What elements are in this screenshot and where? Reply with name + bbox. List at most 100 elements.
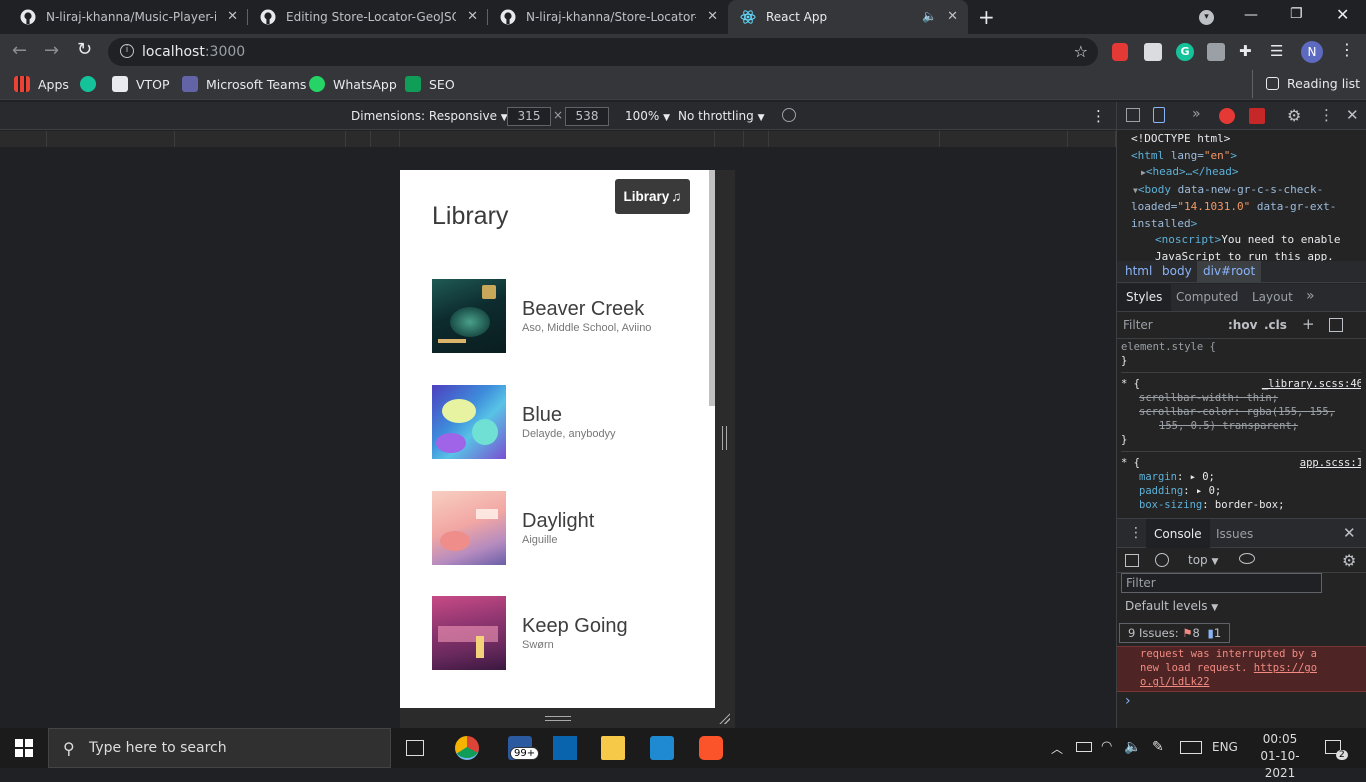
dom-node[interactable]: ▶<head>…</head> (1131, 164, 1355, 182)
tab-console[interactable]: Console (1146, 519, 1210, 548)
bookmark-vtop[interactable]: VTOP (112, 76, 170, 92)
dom-node[interactable]: ▼<body data-new-gr-c-s-check- (1131, 182, 1355, 200)
declaration[interactable]: padding: ▸ 0; (1121, 484, 1361, 498)
battery-icon[interactable] (1076, 742, 1092, 752)
resize-handle-right[interactable] (715, 170, 735, 708)
tab-search-icon[interactable]: ▾ (1199, 10, 1214, 25)
media-queue-icon[interactable]: ☰ (1270, 42, 1283, 60)
close-icon[interactable]: ✕ (227, 9, 238, 24)
bookmark-grammarly[interactable] (80, 76, 104, 92)
file-explorer-icon[interactable] (601, 736, 625, 760)
task-view-icon[interactable] (406, 740, 424, 756)
media-query-segment[interactable] (346, 131, 371, 147)
more-options-icon[interactable]: ⋮ (1091, 107, 1106, 125)
dom-node[interactable]: <html lang="en"> (1131, 148, 1355, 165)
star-icon[interactable]: ☆ (1074, 42, 1088, 61)
more-tabs-icon[interactable]: » (1306, 288, 1315, 304)
source-link[interactable]: _library.scss:46 (1262, 377, 1361, 391)
chevron-up-icon[interactable]: ︿ (1051, 740, 1063, 757)
throttling-dropdown[interactable]: No throttling ▼ (678, 109, 765, 123)
dom-node[interactable]: <noscript>You need to enable (1131, 232, 1355, 249)
media-query-segment[interactable] (371, 131, 400, 147)
extension-stop-icon[interactable] (1112, 43, 1128, 61)
more-tabs-icon[interactable]: » (1192, 106, 1201, 122)
windows-start-icon[interactable] (15, 739, 33, 757)
more-options-icon[interactable]: ⋮ (1319, 106, 1334, 124)
language-indicator[interactable]: ENG (1212, 740, 1238, 754)
puzzle-icon[interactable]: ✚ (1239, 42, 1252, 60)
device-toggle-icon[interactable] (1153, 107, 1165, 123)
clock[interactable]: 00:05 01-10-2021 (1250, 731, 1310, 782)
bookmark-microsoft-teams[interactable]: Microsoft Teams (182, 76, 306, 92)
wifi-icon[interactable]: ◠ (1101, 739, 1112, 754)
error-link[interactable]: https://go (1254, 662, 1317, 674)
tab-editing-store-locator[interactable]: Editing Store-Locator-GeoJSON/R ✕ (248, 0, 488, 34)
media-query-segment[interactable] (715, 131, 744, 147)
media-query-segment[interactable] (0, 131, 47, 147)
default-levels-dropdown[interactable]: Default levels ▼ (1125, 599, 1218, 613)
tab-layout[interactable]: Layout (1252, 290, 1293, 304)
dom-node[interactable]: <!DOCTYPE html> (1131, 131, 1355, 148)
close-icon[interactable]: ✕ (947, 9, 958, 24)
media-query-segment[interactable] (175, 131, 346, 147)
minimize-button[interactable]: — (1244, 7, 1258, 23)
tab-react-app[interactable]: React App 🔈 ✕ (728, 0, 968, 34)
breadcrumb-html[interactable]: html (1125, 264, 1152, 278)
taskbar-search-box[interactable]: ⚲ Type here to search (48, 728, 391, 768)
reading-list-button[interactable]: Reading list (1266, 76, 1360, 91)
pen-icon[interactable]: ✎ (1152, 739, 1164, 755)
keyboard-icon[interactable] (1180, 741, 1202, 754)
media-query-segment[interactable] (769, 131, 940, 147)
error-count-icon[interactable] (1219, 108, 1235, 124)
dimensions-dropdown[interactable]: Dimensions: Responsive ▼ (351, 109, 508, 123)
bookmark-whatsapp[interactable]: WhatsApp (309, 76, 397, 92)
cls-toggle[interactable]: .cls (1264, 318, 1287, 332)
width-input[interactable]: 315 (507, 107, 551, 126)
close-icon[interactable]: ✕ (467, 9, 478, 24)
library-song[interactable]: Keep Going Swørn (432, 596, 692, 671)
element-style-rule[interactable]: element.style { (1121, 340, 1361, 354)
info-icon[interactable]: i (120, 44, 134, 58)
console-settings-gear-icon[interactable]: ⚙ (1342, 551, 1356, 570)
media-query-segment[interactable] (744, 131, 769, 147)
forward-icon[interactable]: → (44, 40, 59, 61)
source-link[interactable]: app.scss:1 (1300, 456, 1361, 470)
zoom-dropdown[interactable]: 100% ▼ (625, 109, 670, 123)
tab-computed[interactable]: Computed (1176, 290, 1238, 304)
console-prompt[interactable]: › (1125, 693, 1131, 709)
sidebar-toggle-icon[interactable] (1125, 554, 1139, 567)
declaration[interactable]: margin: ▸ 0; (1121, 470, 1361, 484)
live-expression-eye-icon[interactable] (1239, 553, 1255, 564)
bookmark-apps[interactable]: Apps (14, 76, 69, 92)
sidebar-toggle-icon[interactable] (1329, 318, 1343, 332)
inspect-icon[interactable] (1126, 108, 1140, 122)
vscode-icon[interactable] (650, 736, 674, 760)
media-query-segment[interactable] (47, 131, 175, 147)
declaration[interactable]: box-sizing: border-box; (1121, 498, 1361, 512)
error-link[interactable]: o.gl/LdLk22 (1140, 675, 1366, 689)
bookmark-seo[interactable]: SEO (405, 76, 455, 92)
mail-envelope-icon[interactable] (553, 736, 577, 760)
context-select[interactable]: top ▼ (1188, 553, 1218, 567)
breadcrumb-body[interactable]: body (1162, 264, 1192, 278)
library-song[interactable]: Blue Delayde, anybodyy (432, 385, 692, 460)
breadcrumb-root[interactable]: div#root (1197, 261, 1262, 282)
close-window-button[interactable]: ✕ (1336, 5, 1349, 24)
extension-icon[interactable] (1207, 43, 1225, 61)
library-toggle-button[interactable]: Library ♫ (615, 179, 690, 214)
declaration[interactable]: scrollbar-width: thin; (1121, 391, 1361, 405)
hov-toggle[interactable]: :hov (1228, 318, 1257, 332)
styles-filter-input[interactable]: Filter (1123, 318, 1153, 332)
chrome-icon[interactable] (455, 736, 479, 760)
issues-counter[interactable]: 9 Issues: ⚑8 ▮1 (1119, 623, 1231, 643)
clear-console-icon[interactable] (1155, 553, 1169, 567)
grammarly-icon[interactable]: G (1176, 43, 1194, 61)
new-rule-icon[interactable]: + (1302, 315, 1315, 333)
new-tab-button[interactable]: + (978, 5, 995, 29)
tab-music-player[interactable]: N-liraj-khanna/Music-Player-in-R ✕ (8, 0, 248, 34)
extension-icon[interactable] (1144, 43, 1162, 61)
resize-handle-bottom[interactable] (400, 708, 735, 728)
library-song[interactable]: Daylight Aiguille (432, 491, 692, 566)
style-rule[interactable]: * { app.scss:1 margin: ▸ 0; padding: ▸ 0… (1121, 451, 1361, 512)
drawer-menu-icon[interactable]: ⋮ (1129, 525, 1143, 541)
